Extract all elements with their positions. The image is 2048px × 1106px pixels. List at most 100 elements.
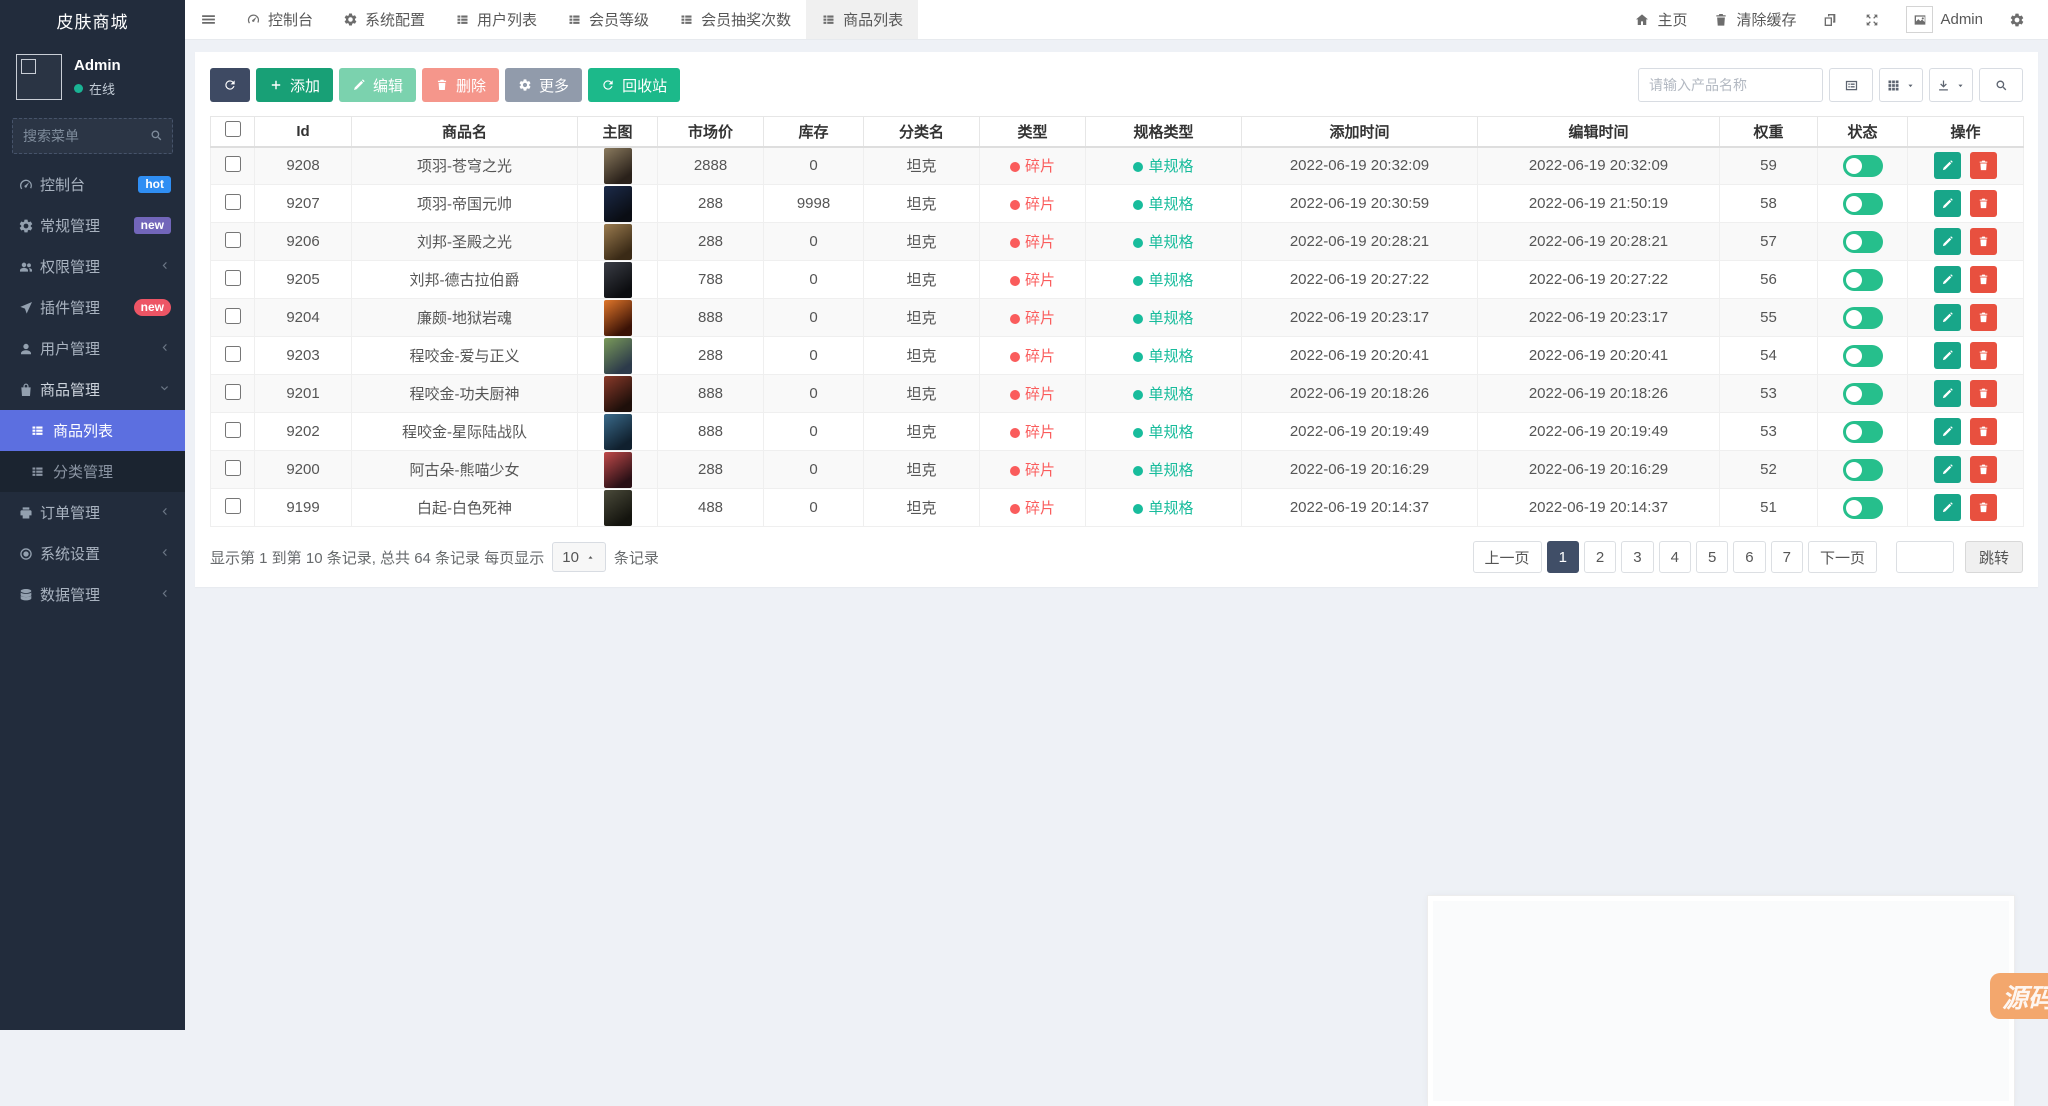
delete-row-button[interactable] <box>1970 456 1997 483</box>
detail-view-button[interactable] <box>1829 68 1873 102</box>
product-thumbnail[interactable] <box>604 414 632 450</box>
delete-row-button[interactable] <box>1970 380 1997 407</box>
tab-会员抽奖次数[interactable]: 会员抽奖次数 <box>664 0 806 39</box>
edit-row-button[interactable] <box>1934 152 1961 179</box>
edit-row-button[interactable] <box>1934 380 1961 407</box>
delete-button[interactable]: 删除 <box>422 68 499 102</box>
tab-用户列表[interactable]: 用户列表 <box>440 0 552 39</box>
status-toggle[interactable] <box>1843 421 1883 443</box>
sidebar-item-数据管理[interactable]: 数据管理 <box>0 574 185 615</box>
row-checkbox[interactable] <box>225 384 241 400</box>
tab-控制台[interactable]: 控制台 <box>231 0 328 39</box>
delete-row-button[interactable] <box>1970 266 1997 293</box>
status-toggle[interactable] <box>1843 459 1883 481</box>
edit-row-button[interactable] <box>1934 190 1961 217</box>
sidebar-item-订单管理[interactable]: 订单管理 <box>0 492 185 533</box>
row-checkbox[interactable] <box>225 270 241 286</box>
delete-row-button[interactable] <box>1970 152 1997 179</box>
edit-row-button[interactable] <box>1934 304 1961 331</box>
sidebar-item-商品管理[interactable]: 商品管理 <box>0 369 185 410</box>
edit-row-button[interactable] <box>1934 228 1961 255</box>
add-button[interactable]: 添加 <box>256 68 333 102</box>
refresh-button[interactable] <box>210 68 250 102</box>
sidebar-item-用户管理[interactable]: 用户管理 <box>0 328 185 369</box>
search-button[interactable] <box>1979 68 2023 102</box>
page-size-dropdown[interactable]: 10 <box>552 542 606 572</box>
select-all-checkbox[interactable] <box>225 121 241 137</box>
row-checkbox[interactable] <box>225 422 241 438</box>
next-page-button[interactable]: 下一页 <box>1808 541 1877 573</box>
status-toggle[interactable] <box>1843 307 1883 329</box>
sidebar-toggle-button[interactable] <box>185 0 231 39</box>
row-checkbox[interactable] <box>225 156 241 172</box>
status-toggle[interactable] <box>1843 345 1883 367</box>
columns-button[interactable] <box>1879 68 1923 102</box>
edit-row-button[interactable] <box>1934 266 1961 293</box>
sidebar-item-控制台[interactable]: 控制台 hot <box>0 164 185 205</box>
page-button-2[interactable]: 2 <box>1584 541 1616 573</box>
edit-row-button[interactable] <box>1934 494 1961 521</box>
edit-row-button[interactable] <box>1934 342 1961 369</box>
row-checkbox[interactable] <box>225 308 241 324</box>
cell-id: 9201 <box>255 375 352 413</box>
prev-page-button[interactable]: 上一页 <box>1473 541 1542 573</box>
delete-row-button[interactable] <box>1970 228 1997 255</box>
edit-row-button[interactable] <box>1934 456 1961 483</box>
jump-page-input[interactable] <box>1896 541 1954 573</box>
edit-row-button[interactable] <box>1934 418 1961 445</box>
product-thumbnail[interactable] <box>604 186 632 222</box>
status-toggle[interactable] <box>1843 155 1883 177</box>
sidebar-item-权限管理[interactable]: 权限管理 <box>0 246 185 287</box>
clear-cache-button[interactable]: 清除缓存 <box>1700 0 1809 39</box>
copy-button[interactable] <box>1809 0 1851 39</box>
product-thumbnail[interactable] <box>604 376 632 412</box>
page-button-5[interactable]: 5 <box>1696 541 1728 573</box>
status-toggle[interactable] <box>1843 383 1883 405</box>
jump-button[interactable]: 跳转 <box>1965 541 2023 573</box>
delete-row-button[interactable] <box>1970 190 1997 217</box>
sidebar-item-系统设置[interactable]: 系统设置 <box>0 533 185 574</box>
product-thumbnail[interactable] <box>604 490 632 526</box>
export-button[interactable] <box>1929 68 1973 102</box>
product-thumbnail[interactable] <box>604 224 632 260</box>
sidebar-item-插件管理[interactable]: 插件管理 new <box>0 287 185 328</box>
page-button-1[interactable]: 1 <box>1547 541 1579 573</box>
status-toggle[interactable] <box>1843 193 1883 215</box>
settings-menu-button[interactable] <box>1996 0 2038 39</box>
tab-会员等级[interactable]: 会员等级 <box>552 0 664 39</box>
tab-商品列表[interactable]: 商品列表 <box>806 0 918 39</box>
recycle-bin-button[interactable]: 回收站 <box>588 68 680 102</box>
delete-row-button[interactable] <box>1970 304 1997 331</box>
row-checkbox[interactable] <box>225 498 241 514</box>
product-thumbnail[interactable] <box>604 452 632 488</box>
status-toggle[interactable] <box>1843 497 1883 519</box>
delete-row-button[interactable] <box>1970 342 1997 369</box>
user-menu[interactable]: Admin <box>1893 0 1996 39</box>
product-thumbnail[interactable] <box>604 148 632 184</box>
page-button-3[interactable]: 3 <box>1621 541 1653 573</box>
sidebar-subitem-分类管理[interactable]: 分类管理 <box>0 451 185 492</box>
tab-系统配置[interactable]: 系统配置 <box>328 0 440 39</box>
row-checkbox[interactable] <box>225 460 241 476</box>
edit-button[interactable]: 编辑 <box>339 68 416 102</box>
product-search-input[interactable] <box>1638 68 1823 102</box>
sidebar-item-常规管理[interactable]: 常规管理 new <box>0 205 185 246</box>
page-button-6[interactable]: 6 <box>1733 541 1765 573</box>
product-thumbnail[interactable] <box>604 262 632 298</box>
page-button-7[interactable]: 7 <box>1771 541 1803 573</box>
product-thumbnail[interactable] <box>604 300 632 336</box>
row-checkbox[interactable] <box>225 346 241 362</box>
product-thumbnail[interactable] <box>604 338 632 374</box>
avatar[interactable] <box>16 54 62 100</box>
row-checkbox[interactable] <box>225 194 241 210</box>
delete-row-button[interactable] <box>1970 418 1997 445</box>
status-toggle[interactable] <box>1843 231 1883 253</box>
status-toggle[interactable] <box>1843 269 1883 291</box>
delete-row-button[interactable] <box>1970 494 1997 521</box>
sidebar-subitem-商品列表[interactable]: 商品列表 <box>0 410 185 451</box>
fullscreen-button[interactable] <box>1851 0 1893 39</box>
page-button-4[interactable]: 4 <box>1659 541 1691 573</box>
row-checkbox[interactable] <box>225 232 241 248</box>
more-button[interactable]: 更多 <box>505 68 582 102</box>
home-link[interactable]: 主页 <box>1621 0 1700 39</box>
